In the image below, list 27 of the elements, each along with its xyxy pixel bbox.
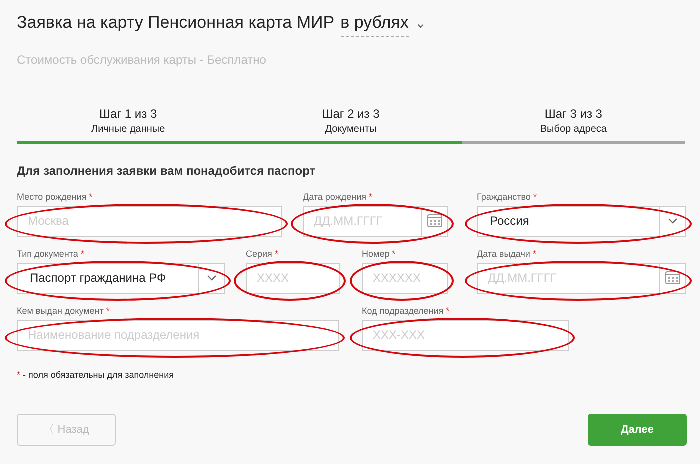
field-label: Дата рождения *: [303, 192, 374, 202]
field-label: Номер *: [362, 248, 397, 260]
caret-icon[interactable]: ⌄: [414, 13, 427, 34]
field-label: Дата выдачи *: [477, 248, 538, 260]
step-name[interactable]: Документы: [240, 122, 462, 136]
field-label: Тип документа *: [17, 248, 86, 260]
field-label: Гражданство *: [477, 192, 538, 202]
chevron-down-icon[interactable]: [668, 218, 678, 224]
step-name[interactable]: Личные данные: [17, 122, 240, 136]
select-field[interactable]: Паспорт гражданина РФ: [17, 262, 225, 294]
calendar-icon[interactable]: [426, 214, 442, 228]
field-label: Код подразделения *: [362, 306, 451, 316]
calendar-icon[interactable]: [664, 271, 680, 285]
step-number[interactable]: Шаг 1 из 3: [17, 106, 240, 120]
card-fee-text: Стоимость обслуживания карты - Бесплатно: [17, 52, 268, 68]
page-title: Заявка на карту Пенсионная карта МИР: [17, 12, 335, 34]
field-label: Кем выдан документ *: [17, 306, 111, 316]
field-label: Серия *: [246, 248, 280, 260]
step-number[interactable]: Шаг 2 из 3: [240, 106, 462, 120]
select-field[interactable]: Россия: [477, 206, 686, 236]
currency-dropdown[interactable]: в рублях: [340, 10, 409, 36]
required-note: * - поля обязательны для заполнения: [17, 368, 175, 382]
section-heading: Для заполнения заявки вам понадобится паспорт: [17, 162, 317, 180]
step-number[interactable]: Шаг 3 из 3: [462, 106, 686, 120]
field-label: Место рождения *: [17, 192, 94, 202]
step-name[interactable]: Выбор адреса: [462, 122, 686, 136]
chevron-down-icon[interactable]: [206, 275, 216, 281]
